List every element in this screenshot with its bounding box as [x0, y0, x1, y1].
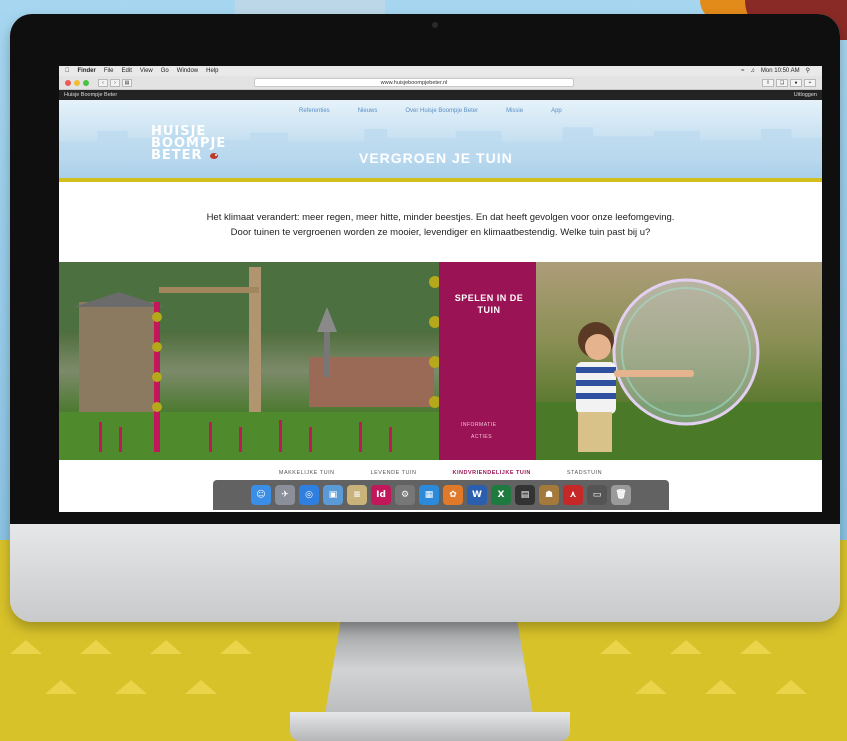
site-header: Referenties Nieuws Over Huisje Boompje B… [59, 100, 822, 178]
panel-link-informatie[interactable]: INFORMATIE [461, 422, 496, 428]
ground-pattern [10, 640, 42, 654]
volume-icon[interactable]: ♫ [750, 66, 755, 76]
category-panel: SPELEN IN DE TUIN INFORMATIE ACTIES [439, 262, 536, 460]
nav-link-nieuws[interactable]: Nieuws [358, 108, 378, 114]
nav-link-app[interactable]: App [551, 108, 562, 114]
browser-toolbar: ‹ › ▤ www.huisjeboompjebeter.nl ⇧ ❏ ● + [59, 76, 822, 90]
imac-frame:  Finder File Edit View Go Window Help ≈… [10, 14, 840, 622]
header-divider [59, 178, 822, 182]
share-icon[interactable]: ⇧ [762, 78, 774, 87]
close-window-button[interactable] [65, 79, 71, 86]
extension-icon[interactable]: ● [790, 78, 802, 87]
screen:  Finder File Edit View Go Window Help ≈… [59, 66, 822, 512]
address-bar[interactable]: www.huisjeboompjebeter.nl [254, 78, 574, 87]
panel-link-acties[interactable]: ACTIES [471, 434, 492, 440]
child-bubble-photo[interactable] [536, 262, 822, 460]
trash-icon[interactable]: 🗑 [611, 485, 631, 505]
apple-icon[interactable]:  [65, 66, 70, 76]
camera-icon [432, 22, 438, 28]
ground-pattern [80, 640, 112, 654]
mac-menubar:  Finder File Edit View Go Window Help ≈… [59, 66, 822, 76]
menu-item-go[interactable]: Go [161, 66, 169, 76]
system-preferences-icon[interactable]: ⚙ [395, 485, 415, 505]
forward-button[interactable]: › [110, 78, 120, 87]
admin-site-link[interactable]: Huisje Boompje Beter [64, 90, 117, 100]
ground-pattern [670, 640, 702, 654]
ground-pattern [185, 680, 217, 694]
menubar-clock[interactable]: Mon 10:50 AM [761, 66, 800, 76]
preview-icon[interactable]: ▣ [323, 485, 343, 505]
mac-dock: ☺ ✈ ◎ ▣ ≡ Id ⚙ ▦ ✿ W X ▤ ☗ ⋏ ▭ 🗑 [213, 480, 669, 510]
word-icon[interactable]: W [467, 485, 487, 505]
menu-item-edit[interactable]: Edit [122, 66, 132, 76]
main-nav: Referenties Nieuws Over Huisje Boompje B… [299, 108, 590, 114]
menu-item-window[interactable]: Window [177, 66, 198, 76]
acrobat-icon[interactable]: ⋏ [563, 485, 583, 505]
admin-bar: Huisje Boompje Beter Uitloggen [59, 90, 822, 100]
minimize-window-button[interactable] [74, 79, 80, 86]
panel-title: SPELEN IN DE TUIN [454, 293, 524, 315]
page-title: VERGROEN JE TUIN [359, 150, 513, 166]
imac-stand-base [290, 712, 570, 741]
contacts-icon[interactable]: ☗ [539, 485, 559, 505]
nav-link-referenties[interactable]: Referenties [299, 108, 330, 114]
ground-pattern [705, 680, 737, 694]
menu-item-finder[interactable]: Finder [78, 66, 96, 76]
nav-link-over[interactable]: Over Huisje Boompje Beter [405, 108, 478, 114]
launchpad-icon[interactable]: ✈ [275, 485, 295, 505]
menu-item-help[interactable]: Help [206, 66, 218, 76]
menubar-status: ≈ ♫ Mon 10:50 AM ⚲ [741, 66, 816, 76]
menu-item-file[interactable]: File [104, 66, 114, 76]
browser-actions: ⇧ ❏ ● + [760, 78, 816, 87]
nav-link-missie[interactable]: Missie [506, 108, 523, 114]
bird-icon [210, 153, 218, 159]
garden-photo[interactable] [59, 262, 439, 460]
garden-gallery: SPELEN IN DE TUIN INFORMATIE ACTIES [59, 262, 822, 460]
intro-line: Het klimaat verandert: meer regen, meer … [206, 212, 675, 223]
ground-pattern [600, 640, 632, 654]
ground-pattern [740, 640, 772, 654]
new-tab-button[interactable]: + [804, 78, 816, 87]
search-icon[interactable]: ⚲ [806, 66, 810, 76]
back-button[interactable]: ‹ [98, 78, 108, 87]
tabs-icon[interactable]: ❏ [776, 78, 788, 87]
intro-line: Door tuinen te vergroenen worden ze mooi… [230, 227, 651, 238]
intro-text: Het klimaat verandert: meer regen, meer … [59, 210, 822, 240]
ground-pattern [220, 640, 252, 654]
garden-illustration [59, 262, 439, 460]
imac-stand [324, 620, 534, 720]
excel-icon[interactable]: X [491, 485, 511, 505]
printer-icon[interactable]: ▤ [515, 485, 535, 505]
indesign-icon[interactable]: Id [371, 485, 391, 505]
wifi-icon[interactable]: ≈ [741, 66, 744, 76]
safari-icon[interactable]: ◎ [299, 485, 319, 505]
ground-pattern [150, 640, 182, 654]
logout-link[interactable]: Uitloggen [794, 90, 817, 100]
ground-pattern [45, 680, 77, 694]
ground-pattern [775, 680, 807, 694]
child-illustration [536, 278, 822, 460]
sidebar-toggle-button[interactable]: ▤ [122, 78, 132, 87]
photos-icon[interactable]: ✿ [443, 485, 463, 505]
photos-app-icon[interactable]: ▦ [419, 485, 439, 505]
notes-icon[interactable]: ≡ [347, 485, 367, 505]
zoom-window-button[interactable] [83, 79, 89, 86]
ground-pattern [115, 680, 147, 694]
finder-icon[interactable]: ☺ [251, 485, 271, 505]
image-capture-icon[interactable]: ▭ [587, 485, 607, 505]
imac-chin [10, 524, 840, 622]
menu-item-view[interactable]: View [140, 66, 153, 76]
ground-pattern [635, 680, 667, 694]
